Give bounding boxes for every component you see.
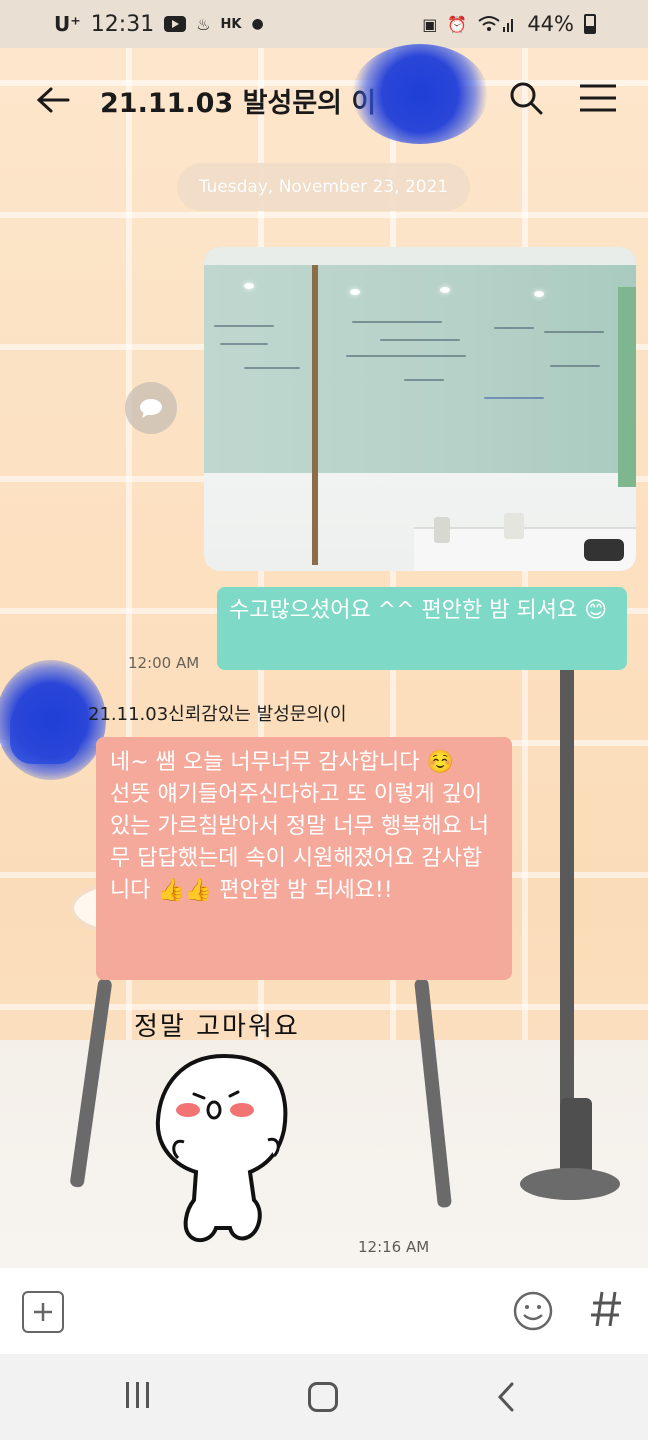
- hash-icon[interactable]: [588, 1286, 624, 1332]
- wallpaper-lamp: [560, 608, 574, 1108]
- menu-button[interactable]: [570, 70, 626, 126]
- hamburger-menu-icon: [580, 84, 616, 112]
- photo-writing: [484, 397, 544, 399]
- photo-writing: [244, 367, 300, 369]
- date-divider: Tuesday, November 23, 2021: [177, 163, 470, 211]
- photo-writing: [214, 325, 274, 327]
- search-button[interactable]: [498, 70, 554, 126]
- photo-writing: [494, 327, 534, 329]
- photo-writing: [220, 343, 268, 345]
- recent-apps-icon: [126, 1382, 129, 1408]
- photo-cup: [434, 517, 450, 543]
- emoji-icon[interactable]: [512, 1290, 554, 1332]
- photo-light: [534, 291, 544, 297]
- photo-writing: [550, 365, 600, 367]
- back-nav-button[interactable]: [492, 1380, 522, 1414]
- photo-ceiling: [204, 247, 636, 267]
- photo-pillar: [312, 265, 318, 565]
- system-navigation-bar: [0, 1354, 648, 1440]
- photo-light: [440, 287, 450, 293]
- photo-writing: [380, 339, 460, 341]
- recent-apps-icon: [146, 1382, 149, 1408]
- more-notifications-icon: ●: [251, 16, 264, 32]
- sticker-caption: 정말 고마워요: [134, 1012, 300, 1042]
- message-time: 12:16 AM: [358, 1238, 430, 1256]
- recent-apps-button[interactable]: [126, 1382, 158, 1412]
- clock: 12:31: [90, 11, 155, 37]
- share-button[interactable]: [125, 382, 177, 434]
- photo-cup: [504, 513, 524, 539]
- add-attachment-button[interactable]: [22, 1291, 64, 1333]
- sender-name: 21.11.03신뢰감있는 발성문의(이: [88, 704, 347, 725]
- photo-writing: [544, 331, 604, 333]
- arrow-left-icon: [36, 87, 70, 113]
- photo-writing: [404, 379, 444, 381]
- chat-header: 21.11.03 발성문의 이: [0, 48, 648, 152]
- alarm-icon: ⏰: [447, 14, 468, 34]
- status-bar-right: ▣ ⏰ 44%: [422, 12, 596, 36]
- back-button[interactable]: [26, 73, 80, 127]
- carrier-label: U⁺: [54, 12, 81, 36]
- battery-percent: 44%: [527, 12, 574, 36]
- photo-light: [350, 289, 360, 295]
- home-button[interactable]: [308, 1382, 338, 1412]
- sim-icon: ▣: [422, 14, 438, 34]
- recent-apps-icon: [136, 1382, 139, 1408]
- redaction-blur: [352, 44, 488, 144]
- photo-wall: [618, 287, 636, 487]
- status-bar: U⁺ 12:31 ♨ HK ● ▣ ⏰ 44%: [0, 0, 648, 48]
- photo-message[interactable]: [204, 247, 636, 571]
- my-message-bubble[interactable]: 수고많으셨어요 ^^ 편안한 밤 되셔요 😊: [217, 587, 627, 670]
- photo-light: [244, 283, 254, 289]
- message-input-bar: [0, 1268, 648, 1354]
- plus-icon: [34, 1303, 52, 1321]
- sticker-thank-you[interactable]: [150, 1050, 298, 1246]
- message-time: 12:00 AM: [128, 654, 200, 672]
- other-message-bubble[interactable]: 네~ 쌤 오늘 너무너무 감사합니다 ☺️ 선뜻 얘기들어주신다하고 또 이렇게…: [96, 737, 512, 980]
- speech-bubble-icon: [140, 399, 162, 418]
- battery-icon: [584, 14, 596, 34]
- photo-whiteboard: [204, 265, 636, 473]
- search-icon: [510, 82, 543, 115]
- wallpaper-lamp-neck: [560, 1098, 592, 1178]
- notification-icon: ♨: [196, 14, 211, 34]
- photo-writing: [346, 355, 466, 357]
- youtube-icon: [164, 16, 187, 32]
- wallpaper-lamp-base: [520, 1168, 620, 1200]
- wifi-signal-icon: [478, 16, 514, 32]
- region-label: HK: [220, 16, 242, 32]
- status-bar-left: U⁺ 12:31 ♨ HK ●: [54, 12, 264, 37]
- photo-chair: [584, 539, 624, 561]
- photo-writing: [352, 321, 442, 323]
